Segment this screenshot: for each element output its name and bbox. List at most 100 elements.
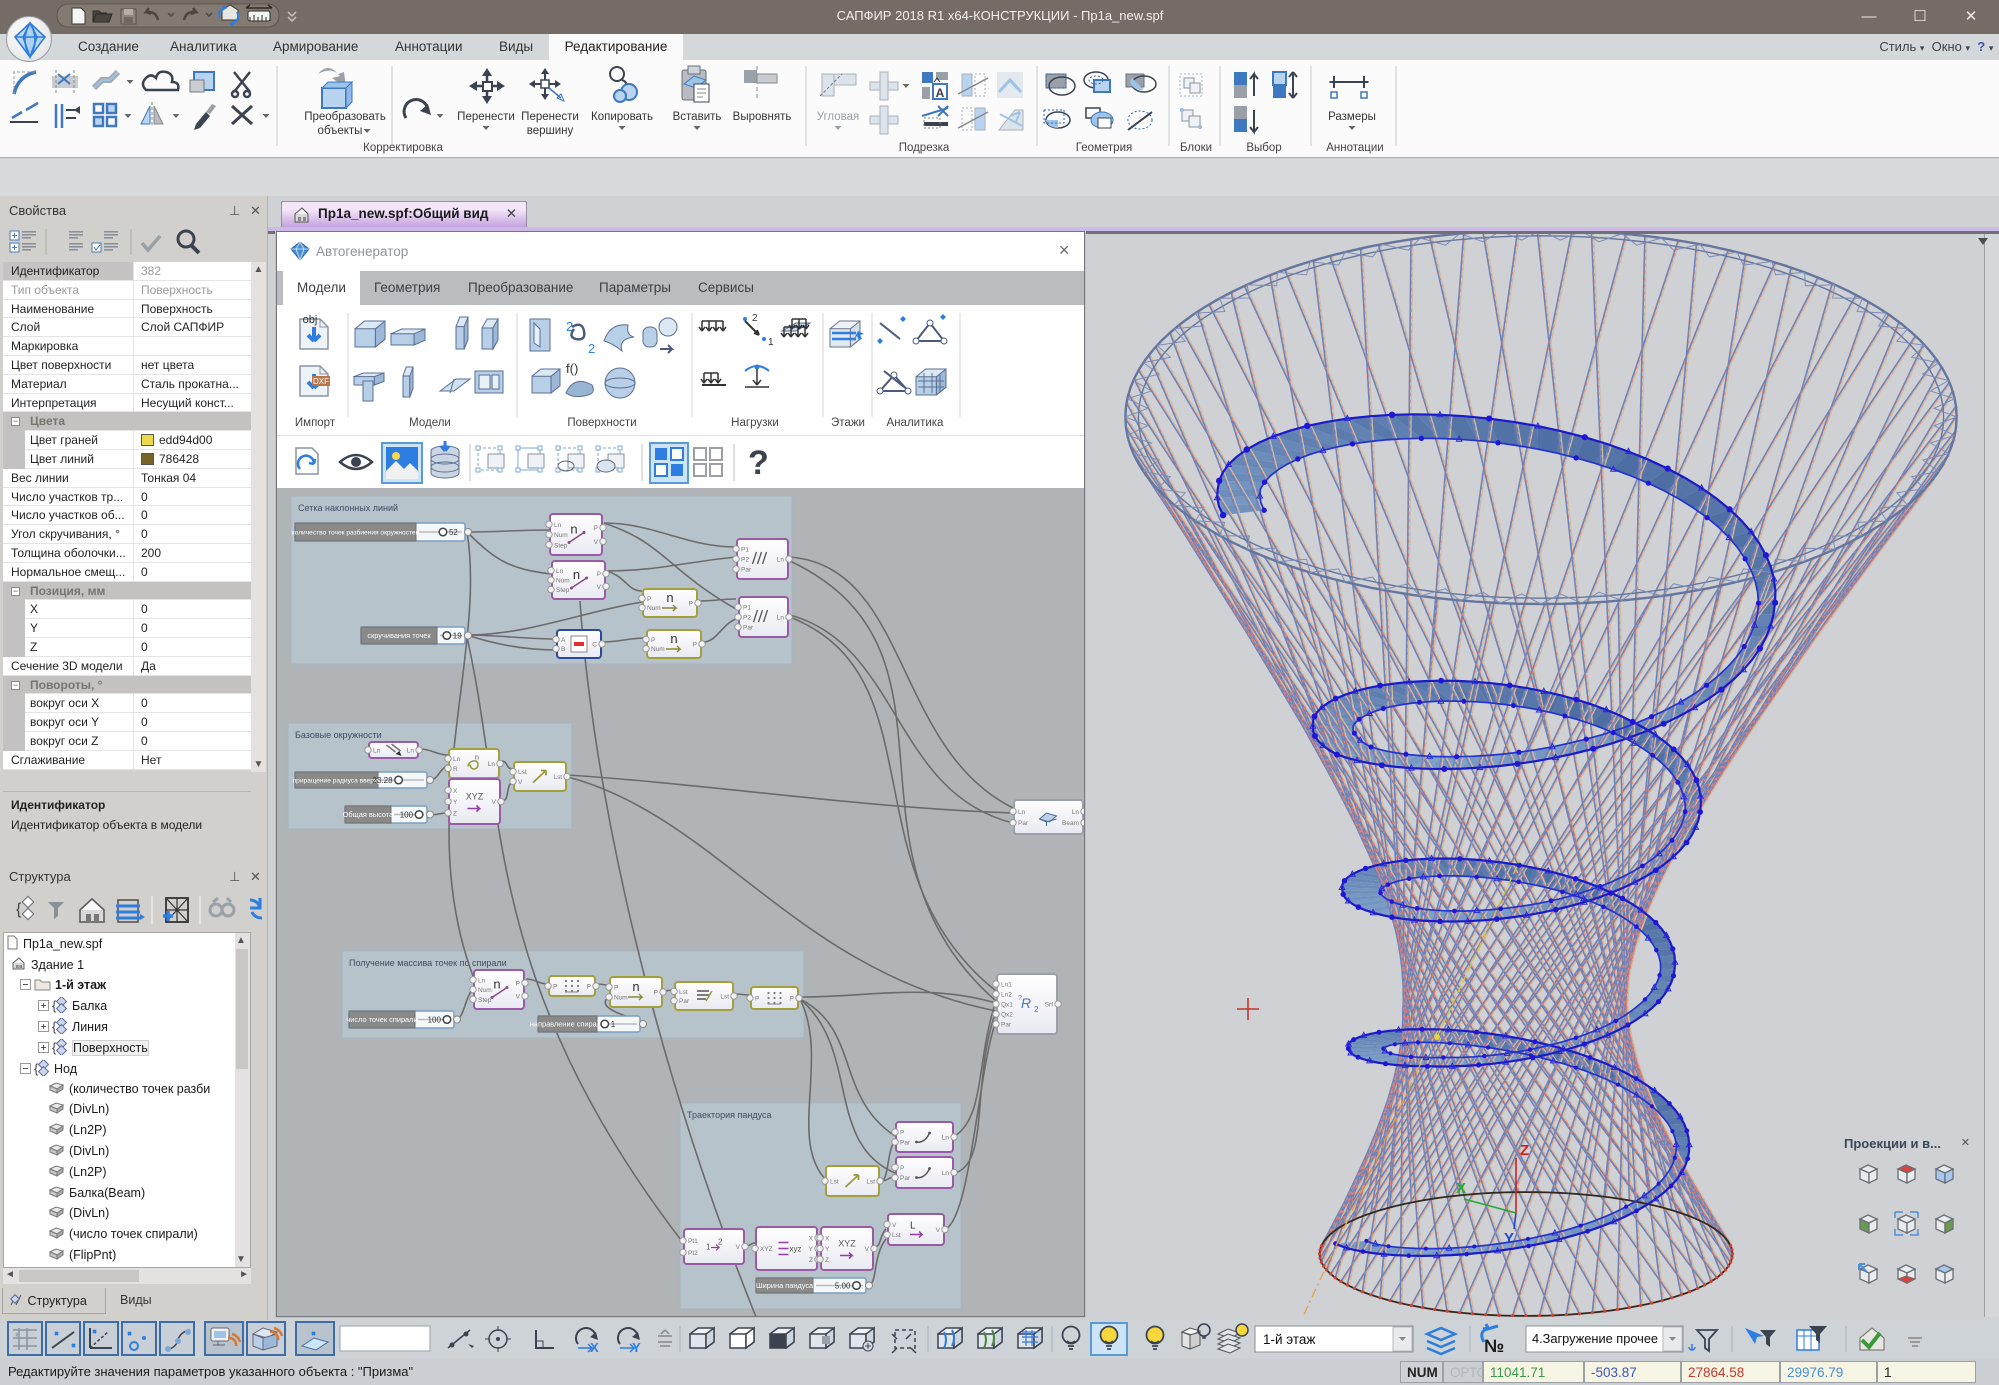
svg-text:Ln: Ln xyxy=(1018,809,1026,816)
svg-text:число точек спирали: число точек спирали xyxy=(346,1015,417,1024)
svg-text:4.Загружение прочее: 4.Загружение прочее xyxy=(1532,1331,1658,1346)
svg-text:Lst: Lst xyxy=(679,989,688,996)
svg-text:скручивания точек: скручивания точек xyxy=(367,631,431,640)
svg-text:Ln: Ln xyxy=(556,568,564,575)
svg-text:C: C xyxy=(592,642,597,649)
svg-text:n: n xyxy=(670,631,677,646)
svg-text:V: V xyxy=(516,994,521,1001)
svg-text:P: P xyxy=(587,984,591,991)
svg-text:Num: Num xyxy=(651,646,665,653)
svg-text:2: 2 xyxy=(1034,1005,1039,1014)
svg-text:P: P xyxy=(900,1165,904,1172)
svg-text:n: n xyxy=(475,755,479,762)
svg-text:P: P xyxy=(553,984,557,991)
svg-text:R: R xyxy=(453,766,458,773)
svg-text:XYZ: XYZ xyxy=(760,1246,773,1253)
svg-text:n: n xyxy=(493,977,500,992)
svg-text:Геометрия: Геометрия xyxy=(1076,142,1132,154)
svg-text:1: 1 xyxy=(706,1243,711,1252)
svg-text:Ln: Ln xyxy=(453,756,461,763)
svg-text:Поверхности: Поверхности xyxy=(567,417,636,429)
svg-text:Нагрузки: Нагрузки xyxy=(731,417,779,429)
svg-text:V: V xyxy=(597,584,602,591)
svg-text:{: { xyxy=(34,1061,39,1076)
svg-text:Аналитика: Аналитика xyxy=(887,417,945,429)
svg-text:объекты: объекты xyxy=(318,125,363,137)
svg-text:Z: Z xyxy=(809,1257,813,1264)
svg-text:Par: Par xyxy=(900,1140,911,1147)
svg-text:?: ? xyxy=(748,444,769,482)
svg-text:P: P xyxy=(790,996,794,1003)
svg-text:1: 1 xyxy=(611,1020,616,1029)
svg-text:Qx2: Qx2 xyxy=(1001,1012,1013,1019)
svg-text:Lst: Lst xyxy=(553,774,562,781)
svg-text:P: P xyxy=(647,596,651,603)
svg-text:100: 100 xyxy=(400,811,414,820)
svg-text:Копировать: Копировать xyxy=(591,111,653,123)
svg-text:Lst: Lst xyxy=(892,1232,901,1239)
svg-text:Par: Par xyxy=(743,625,754,632)
svg-text:Z: Z xyxy=(453,810,457,817)
svg-text:A: A xyxy=(936,86,945,100)
svg-text:n: n xyxy=(632,979,639,994)
svg-text:2: 2 xyxy=(588,341,595,356)
svg-text:{: { xyxy=(52,998,57,1013)
svg-text:B: B xyxy=(561,646,565,653)
svg-text:Ln: Ln xyxy=(554,522,562,529)
svg-text:Этажи: Этажи xyxy=(831,417,865,429)
svg-text:Подрезка: Подрезка xyxy=(899,142,950,154)
svg-text:V: V xyxy=(892,1222,897,1229)
svg-text:Ln: Ln xyxy=(478,977,486,984)
svg-text:Ln: Ln xyxy=(488,761,496,768)
svg-text:V: V xyxy=(936,1227,941,1234)
svg-text:Корректировка: Корректировка xyxy=(363,142,443,154)
svg-text:Num: Num xyxy=(478,987,492,994)
svg-text:f(): f() xyxy=(566,361,578,376)
svg-text:R: R xyxy=(1021,995,1031,1011)
svg-text:Step: Step xyxy=(554,542,568,549)
svg-text:V: V xyxy=(594,539,599,546)
svg-text:X: X xyxy=(809,1235,814,1242)
svg-text:X: X xyxy=(1456,1180,1466,1197)
svg-text:P: P xyxy=(614,985,618,992)
svg-text:Lst: Lst xyxy=(866,1179,875,1186)
svg-text:Y: Y xyxy=(809,1246,814,1253)
svg-text:Qx1: Qx1 xyxy=(1001,1002,1013,1009)
svg-text:Траектория пандуса: Траектория пандуса xyxy=(687,1110,772,1120)
svg-text:Step: Step xyxy=(478,997,492,1004)
svg-text:Выровнять: Выровнять xyxy=(733,111,792,123)
svg-text:XYZ: XYZ xyxy=(838,1239,856,1249)
svg-text:Z: Z xyxy=(1520,1142,1529,1159)
svg-text:Par: Par xyxy=(900,1175,911,1182)
svg-text:obj: obj xyxy=(303,314,318,326)
svg-text:XYZ: XYZ xyxy=(466,792,484,802)
svg-text:Step: Step xyxy=(556,587,570,594)
svg-text:Num: Num xyxy=(556,578,570,585)
svg-text:Блоки: Блоки xyxy=(1180,142,1212,154)
svg-text:1-й этаж: 1-й этаж xyxy=(1263,1332,1315,1347)
svg-text:V: V xyxy=(492,799,497,806)
svg-text:P: P xyxy=(516,981,520,988)
svg-text:Srf: Srf xyxy=(1045,1002,1054,1009)
svg-text:Ln: Ln xyxy=(373,748,381,755)
svg-text:вершину: вершину xyxy=(527,125,574,137)
svg-text:P2: P2 xyxy=(743,615,751,622)
svg-text:DXF: DXF xyxy=(313,377,329,386)
svg-text:Преобразовать: Преобразовать xyxy=(304,111,386,123)
svg-text:P: P xyxy=(689,601,693,608)
svg-text:n: n xyxy=(666,590,673,605)
svg-text:5.00: 5.00 xyxy=(835,1282,851,1291)
svg-text:Сетка наклонных линий: Сетка наклонных линий xyxy=(298,503,398,513)
svg-text:V: V xyxy=(736,1244,741,1251)
svg-text:Модели: Модели xyxy=(409,417,451,429)
svg-text:Num: Num xyxy=(614,995,628,1002)
svg-text:Импорт: Импорт xyxy=(295,417,336,429)
svg-text:Num: Num xyxy=(647,605,661,612)
svg-text:Beam: Beam xyxy=(1062,820,1079,827)
svg-text:P: P xyxy=(693,642,697,649)
svg-text:Num: Num xyxy=(554,532,568,539)
svg-text:Z: Z xyxy=(825,1257,829,1264)
svg-text:A: A xyxy=(561,637,566,644)
svg-text:2: 2 xyxy=(718,1238,723,1247)
svg-text:приращение радиуса вверху: приращение радиуса вверху xyxy=(293,778,381,785)
